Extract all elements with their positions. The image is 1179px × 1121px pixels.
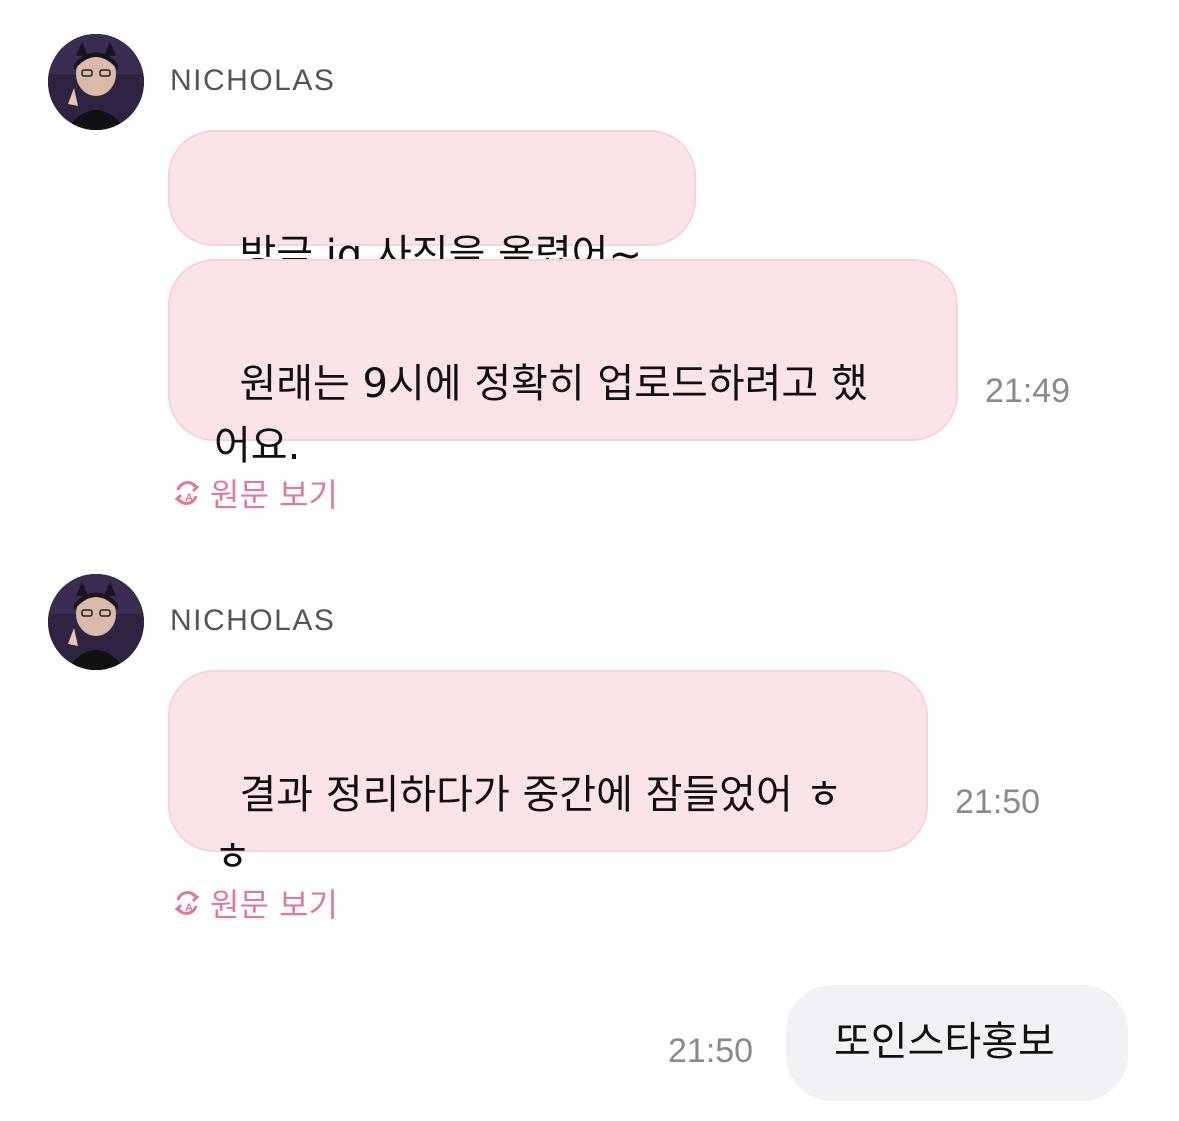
- avatar-photo: [48, 574, 144, 670]
- my-message-text: 또인스타홍보: [834, 1019, 1055, 1065]
- message-text: 결과 정리하다가 중간에 잠들었어 ㅎ ㅎ: [214, 772, 843, 880]
- svg-text:A: A: [185, 902, 193, 914]
- translate-refresh-icon: A: [174, 891, 200, 915]
- message-bubble[interactable]: 결과 정리하다가 중간에 잠들었어 ㅎ ㅎ: [168, 670, 928, 880]
- avatar[interactable]: [48, 34, 144, 130]
- view-original-button[interactable]: A 원문 보기: [170, 880, 338, 926]
- sender-name: NICHOLAS: [170, 604, 336, 637]
- message-bubble[interactable]: 방금 ig 사진을 올렸어~: [168, 130, 696, 278]
- sender-name: NICHOLAS: [170, 64, 336, 97]
- view-original-button[interactable]: A 원문 보기: [170, 470, 338, 516]
- message-timestamp: 21:49: [985, 372, 1071, 410]
- avatar[interactable]: [48, 574, 144, 670]
- my-message-bubble[interactable]: 또인스타홍보: [786, 985, 1128, 1101]
- view-original-label: 원문 보기: [210, 476, 338, 514]
- message-bubble[interactable]: 원래는 9시에 정확히 업로드하려고 했 어요.: [168, 259, 958, 469]
- message-text: 원래는 9시에 정확히 업로드하려고 했 어요.: [214, 361, 868, 469]
- svg-text:A: A: [185, 492, 193, 504]
- message-timestamp: 21:50: [955, 783, 1041, 821]
- my-message-timestamp: 21:50: [668, 1032, 754, 1070]
- translate-refresh-icon: A: [174, 481, 200, 505]
- avatar-photo: [48, 34, 144, 130]
- view-original-label: 원문 보기: [210, 886, 338, 924]
